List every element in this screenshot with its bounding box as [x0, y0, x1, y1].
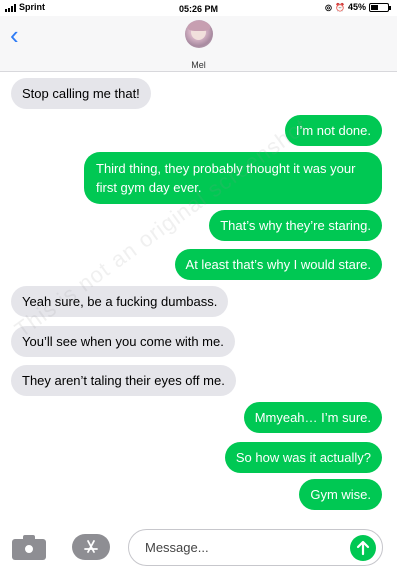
outgoing-message[interactable]: Third thing, they probably thought it wa… [84, 152, 382, 204]
outgoing-message[interactable]: Gym wise. [299, 479, 382, 510]
message-placeholder: Message... [145, 540, 209, 555]
send-arrow-icon[interactable] [350, 535, 376, 561]
outgoing-message[interactable]: Mmyeah… I’m sure. [243, 402, 382, 433]
input-bar: Message... [0, 520, 397, 580]
outgoing-message[interactable]: That’s why they’re staring. [209, 210, 382, 241]
status-right: ◎ ⏰ 45% [325, 2, 391, 12]
camera-icon[interactable] [12, 534, 46, 560]
message-input[interactable]: Message... [128, 529, 383, 566]
location-icon: ◎ [325, 2, 333, 12]
outgoing-message[interactable]: At least that’s why I would stare. [174, 249, 382, 280]
alarm-icon: ⏰ [335, 2, 345, 12]
incoming-message[interactable]: Stop calling me that! [11, 78, 151, 109]
outgoing-message[interactable]: So how was it actually? [224, 442, 382, 473]
app-store-icon[interactable] [72, 534, 110, 560]
contact-name[interactable]: Mel [0, 60, 397, 70]
avatar[interactable] [185, 20, 213, 48]
outgoing-message[interactable]: I’m not done. [284, 115, 382, 146]
incoming-message[interactable]: They aren’t taling their eyes off me. [11, 365, 236, 396]
incoming-message[interactable]: You’ll see when you come with me. [11, 326, 235, 357]
chevron-left-icon[interactable]: ‹ [10, 22, 19, 48]
status-bar: Sprint 05:26 PM ◎ ⏰ 45% [0, 0, 397, 16]
conversation-header: ‹ Mel [0, 16, 397, 72]
message-thread: Stop calling me that! I’m not done. Thir… [0, 72, 397, 512]
battery-icon [369, 2, 391, 12]
incoming-message[interactable]: Yeah sure, be a fucking dumbass. [11, 286, 229, 317]
battery-percent: 45% [347, 2, 366, 12]
